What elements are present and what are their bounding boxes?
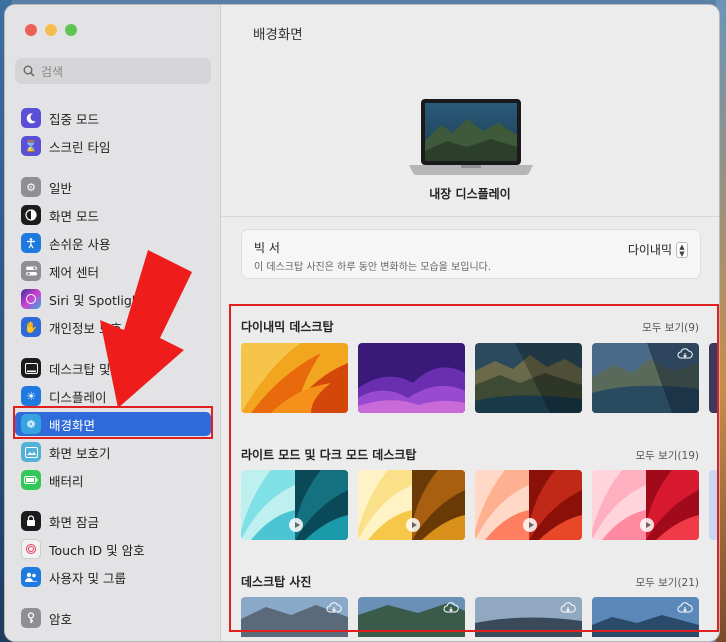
sidebar-item-screen-time[interactable]: ⌛ 스크린 타임 (15, 134, 211, 158)
dock-icon (21, 358, 41, 378)
sidebar-item-passwords[interactable]: 암호 (15, 606, 211, 630)
gear-icon: ⚙ (21, 177, 41, 197)
search-placeholder: 검색 (41, 64, 64, 79)
wallpaper-info-card: 빅 서 이 데스크탑 사진은 하루 동안 변화하는 모습을 보입니다. 다이내믹… (241, 229, 701, 279)
wallpaper-mode-value: 다이내믹 (627, 243, 672, 257)
sidebar-item-label: 일반 (49, 180, 73, 196)
sidebar-item-label: 화면 보호기 (49, 445, 111, 461)
users-icon (21, 567, 41, 587)
wallpaper-mode-select[interactable]: 다이내믹 ▲ ▼ (628, 241, 688, 258)
highlight-box-sidebar (13, 406, 213, 439)
chevron-updown-icon: ▲ ▼ (676, 241, 688, 258)
sidebar-item-users-groups[interactable]: 사용자 및 그룹 (15, 565, 211, 589)
lock-icon (21, 511, 41, 531)
search-icon (23, 65, 35, 77)
wallpaper-description: 이 데스크탑 사진은 하루 동안 변화하는 모습을 보입니다. (254, 262, 492, 273)
sidebar-item-label: 배터리 (49, 473, 84, 489)
sidebar-item-label: Touch ID 및 암호 (49, 542, 145, 558)
display-label: 내장 디스플레이 (429, 187, 511, 201)
brightness-icon: ☀ (21, 386, 41, 406)
sidebar-item-lock-screen[interactable]: 화면 잠금 (15, 509, 211, 533)
sidebar-item-label: 화면 모드 (49, 208, 99, 224)
sidebar-item-label: 스크린 타임 (49, 139, 111, 155)
accessibility-icon (21, 233, 41, 253)
sidebar-item-battery[interactable]: 배터리 (15, 468, 211, 492)
red-arrow-annotation (100, 250, 192, 408)
hourglass-icon: ⌛ (21, 136, 41, 156)
minimize-button[interactable] (45, 24, 57, 36)
close-button[interactable] (25, 24, 37, 36)
page-title: 배경화면 (253, 27, 303, 43)
zoom-button[interactable] (65, 24, 77, 36)
toggles-icon (21, 261, 41, 281)
screensaver-icon (21, 442, 41, 462)
sidebar-item-appearance[interactable]: 화면 모드 (15, 203, 211, 227)
moon-icon (21, 108, 41, 128)
siri-icon (21, 289, 41, 309)
fingerprint-icon (21, 539, 41, 559)
display-preview: 내장 디스플레이 (221, 65, 719, 217)
sidebar-item-screen-saver[interactable]: 화면 보호기 (15, 440, 211, 464)
sidebar-item-label: 화면 잠금 (49, 514, 99, 530)
highlight-box-gallery (229, 304, 719, 632)
appearance-icon (21, 205, 41, 225)
sidebar-item-label: 암호 (49, 611, 73, 627)
sidebar-item-focus[interactable]: 집중 모드 (15, 106, 211, 130)
sidebar-item-touch-id[interactable]: Touch ID 및 암호 (15, 537, 211, 561)
battery-icon (21, 470, 41, 490)
key-icon (21, 608, 41, 628)
hand-icon: ✋ (21, 317, 41, 337)
search-input[interactable]: 검색 (15, 58, 211, 84)
sidebar-item-label: 집중 모드 (49, 111, 99, 127)
window-controls (25, 24, 77, 36)
sidebar-item-general[interactable]: ⚙ 일반 (15, 175, 211, 199)
macbook-display-icon[interactable] (407, 97, 535, 181)
sidebar-item-label: 사용자 및 그룹 (49, 570, 126, 586)
wallpaper-name: 빅 서 (254, 241, 280, 255)
